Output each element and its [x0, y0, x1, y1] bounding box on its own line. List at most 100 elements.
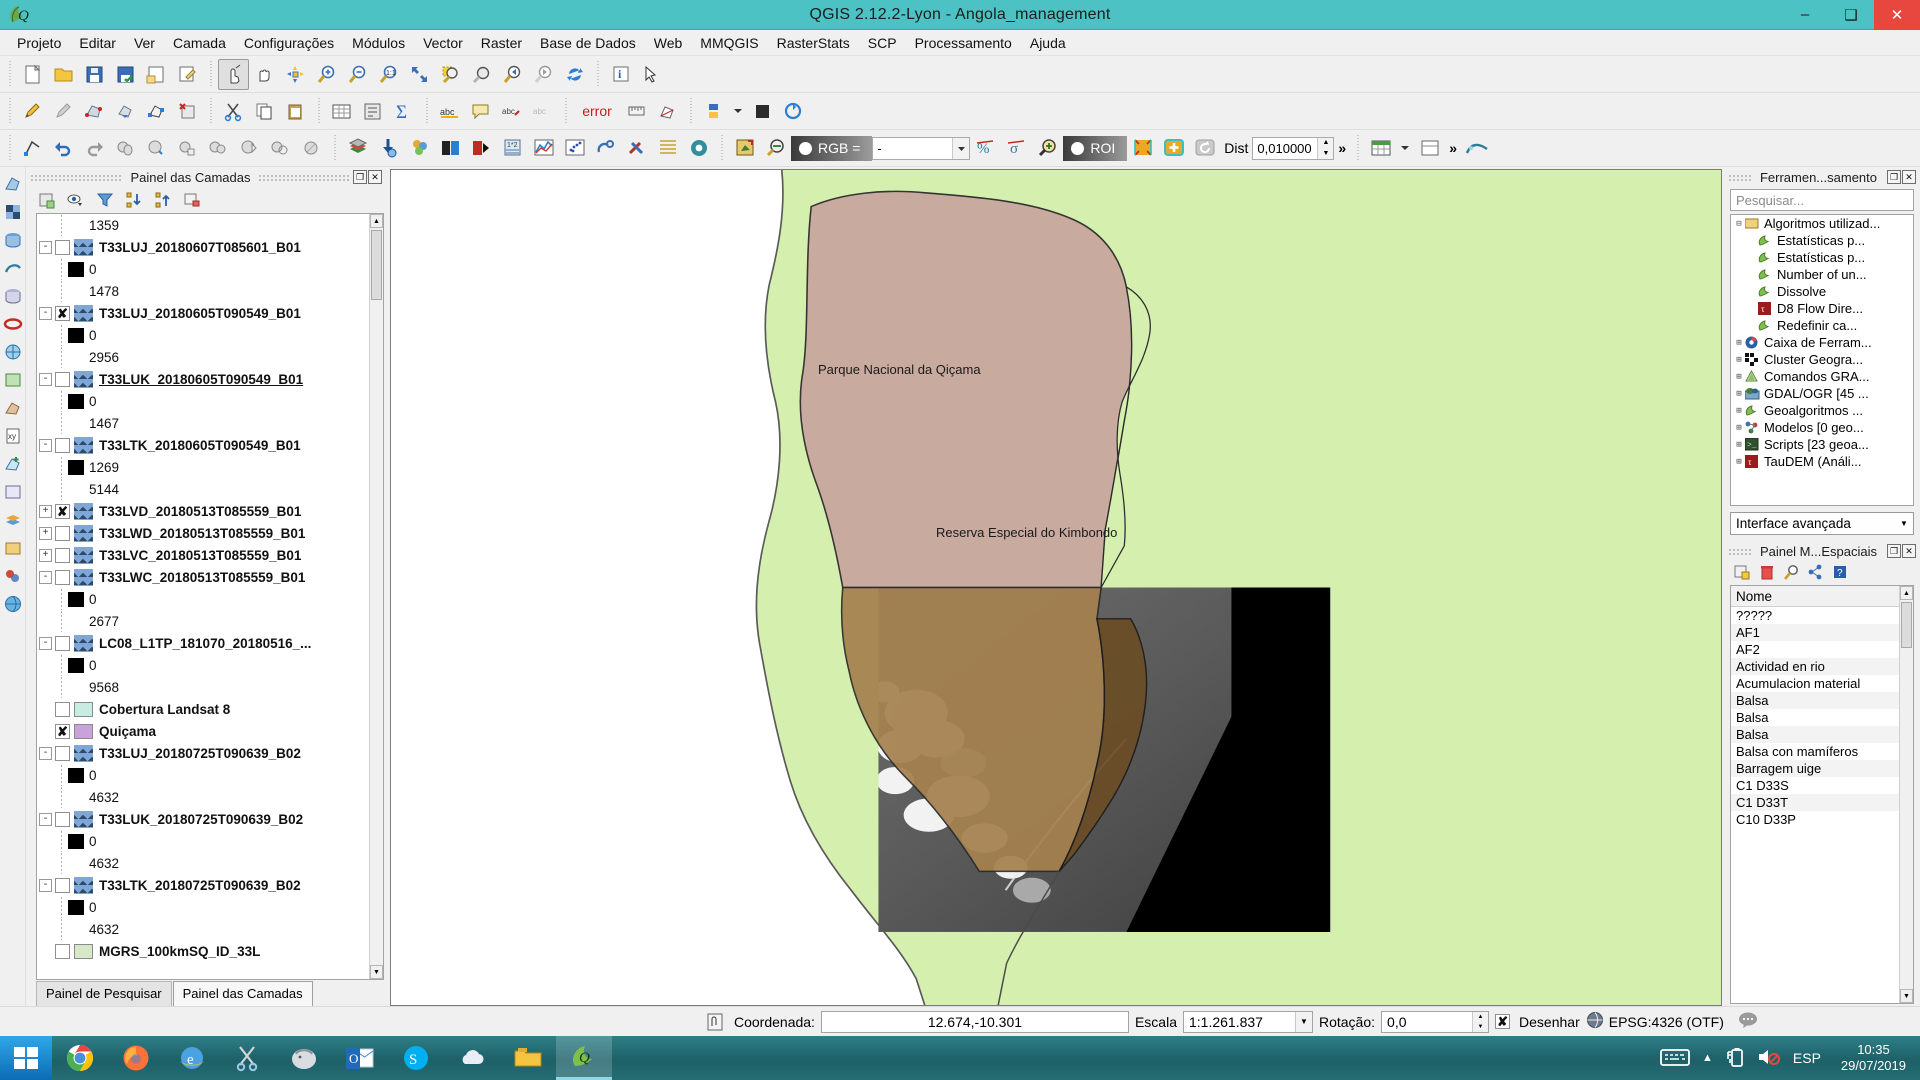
- collapse-icon[interactable]: -: [39, 570, 52, 584]
- open-table-extra-icon[interactable]: [1414, 133, 1445, 164]
- add-feature-icon[interactable]: [79, 96, 110, 127]
- layer-visibility-checkbox[interactable]: [55, 569, 70, 585]
- sum-icon[interactable]: Σ: [388, 96, 419, 127]
- layer-legend-value[interactable]: 1478: [37, 280, 369, 302]
- float-panel-icon[interactable]: ❐: [1887, 544, 1901, 558]
- layer-tree-item[interactable]: - T33LTK_20180725T090639_B02: [37, 874, 369, 896]
- menu-item-vector[interactable]: Vector: [414, 32, 472, 54]
- menu-item-web[interactable]: Web: [645, 32, 692, 54]
- processing-tree-item[interactable]: ⊟ Algoritmos utilizad...: [1731, 215, 1913, 232]
- roi-create-tool-icon[interactable]: [729, 133, 760, 164]
- processing-tree-item[interactable]: ⊞ Caixa de Ferram...: [1731, 334, 1913, 351]
- processing-tree-item[interactable]: ⊞ Modelos [0 geo...: [1731, 419, 1913, 436]
- layer-visibility-checkbox[interactable]: [55, 437, 70, 453]
- skype-taskbar-icon[interactable]: S: [388, 1036, 444, 1080]
- layer-tree-item[interactable]: - T33LUJ_20180605T090549_B01: [37, 302, 369, 324]
- layer-legend-value[interactable]: 2956: [37, 346, 369, 368]
- zoom-in-icon[interactable]: [311, 59, 342, 90]
- bookmarks-scrollbar[interactable]: ▲ ▼: [1899, 586, 1913, 1003]
- menu-item-configura-es[interactable]: Configurações: [235, 32, 343, 54]
- menu-item-raster[interactable]: Raster: [472, 32, 531, 54]
- layer-visibility-checkbox[interactable]: [55, 547, 70, 563]
- expand-icon[interactable]: ⊞: [1733, 355, 1745, 365]
- refresh-plugin-icon[interactable]: [778, 96, 809, 127]
- layer-tree-item[interactable]: - T33LUK_20180725T090639_B02: [37, 808, 369, 830]
- refresh-icon[interactable]: [559, 59, 590, 90]
- processing-tree-item[interactable]: Estatísticas p...: [1731, 249, 1913, 266]
- scale-combo[interactable]: 1:1.261.837 ▼: [1182, 1010, 1313, 1033]
- reclassify-icon[interactable]: [652, 133, 683, 164]
- add-postgis-layer-icon[interactable]: [1, 227, 25, 253]
- help-bookmark-icon[interactable]: ?: [1832, 564, 1848, 583]
- manage-visibility-icon[interactable]: [63, 188, 89, 212]
- fill-ring-icon[interactable]: [747, 96, 778, 127]
- start-button[interactable]: [0, 1036, 52, 1080]
- layer-tree-item[interactable]: MGRS_100kmSQ_ID_33L: [37, 940, 369, 962]
- show-hidden-icons-button[interactable]: ▲: [1702, 1052, 1713, 1064]
- layers-stack-icon[interactable]: [342, 133, 373, 164]
- python-dropdown-icon[interactable]: [729, 96, 747, 127]
- geoprocess-symdiff-icon[interactable]: [203, 133, 234, 164]
- dist-spin-buttons[interactable]: ▲ ▼: [1317, 137, 1334, 159]
- add-wcs-layer-icon[interactable]: [1, 367, 25, 393]
- layer-tree-item[interactable]: Quiçama: [37, 720, 369, 742]
- layer-tree-item[interactable]: Cobertura Landsat 8: [37, 698, 369, 720]
- bookmark-row[interactable]: C10 D33P: [1731, 811, 1913, 828]
- bookmark-row[interactable]: C1 D33S: [1731, 777, 1913, 794]
- menu-item-m-dulos[interactable]: Módulos: [343, 32, 414, 54]
- layer-visibility-checkbox[interactable]: [55, 635, 70, 651]
- node-tool-icon[interactable]: [141, 96, 172, 127]
- coordinate-input[interactable]: 12.674,-10.301: [820, 1010, 1129, 1033]
- zoom-last-icon[interactable]: [497, 59, 528, 90]
- onedrive-taskbar-icon[interactable]: [444, 1036, 500, 1080]
- processing-tree-item[interactable]: Number of un...: [1731, 266, 1913, 283]
- layer-legend-value[interactable]: 4632: [37, 918, 369, 940]
- add-wfs-layer-icon[interactable]: [1, 395, 25, 421]
- geoprocess-clip-icon[interactable]: [234, 133, 265, 164]
- add-vector-layer-icon[interactable]: [1, 171, 25, 197]
- zoom-to-selection-icon[interactable]: [435, 59, 466, 90]
- spin-up-icon[interactable]: ▲: [1318, 137, 1334, 148]
- expand-icon[interactable]: ⊞: [1733, 372, 1745, 382]
- add-delimited-text-icon[interactable]: xy: [1, 423, 25, 449]
- collapse-all-icon[interactable]: [150, 188, 176, 212]
- processing-tree-item[interactable]: Dissolve: [1731, 283, 1913, 300]
- qgis-taskbar-icon[interactable]: Q: [556, 1036, 612, 1080]
- expand-icon[interactable]: ⊞: [1733, 423, 1745, 433]
- classification-preview-icon[interactable]: [435, 133, 466, 164]
- geoprocess-dissolve-icon[interactable]: [296, 133, 327, 164]
- layer-legend-value[interactable]: 5144: [37, 478, 369, 500]
- add-raster-layer-icon[interactable]: [1, 199, 25, 225]
- paste-features-icon[interactable]: [280, 96, 311, 127]
- collapse-icon[interactable]: -: [39, 438, 52, 452]
- processing-tree-item[interactable]: Estatísticas p...: [1731, 232, 1913, 249]
- measure-area-icon[interactable]: [652, 96, 683, 127]
- collapse-icon[interactable]: -: [39, 240, 52, 254]
- layer-tree-item[interactable]: - T33LUK_20180605T090549_B01: [37, 368, 369, 390]
- volume-muted-tray-icon[interactable]: [1757, 1047, 1781, 1070]
- render-checkbox[interactable]: [1495, 1014, 1511, 1029]
- menu-item-projeto[interactable]: Projeto: [8, 32, 70, 54]
- bookmarks-column-header[interactable]: Nome: [1731, 586, 1913, 607]
- redo-icon[interactable]: [79, 133, 110, 164]
- expand-icon[interactable]: ⊞: [1733, 389, 1745, 399]
- composer-manager-icon[interactable]: [172, 59, 203, 90]
- chevron-down-icon[interactable]: ▼: [1294, 1011, 1312, 1032]
- menu-item-processamento[interactable]: Processamento: [906, 32, 1021, 54]
- copy-features-icon[interactable]: [249, 96, 280, 127]
- float-panel-icon[interactable]: ❐: [1887, 170, 1901, 184]
- share-bookmark-icon[interactable]: [1807, 564, 1825, 583]
- error-label[interactable]: error: [573, 96, 621, 127]
- layer-legend-value[interactable]: 0: [37, 258, 369, 280]
- chevron-down-icon[interactable]: [952, 137, 970, 159]
- layer-visibility-checkbox[interactable]: [55, 811, 70, 827]
- keyboard-tray-icon[interactable]: [1660, 1047, 1690, 1070]
- render-checkbox-group[interactable]: Desenhar: [1495, 1014, 1580, 1030]
- expand-icon[interactable]: +: [39, 526, 52, 540]
- clip-raster-icon[interactable]: [590, 133, 621, 164]
- menu-item-ver[interactable]: Ver: [125, 32, 164, 54]
- expand-all-icon[interactable]: [121, 188, 147, 212]
- layer-visibility-checkbox[interactable]: [55, 943, 70, 959]
- geoprocess-buffer-icon[interactable]: [265, 133, 296, 164]
- scp-settings-icon[interactable]: [683, 133, 714, 164]
